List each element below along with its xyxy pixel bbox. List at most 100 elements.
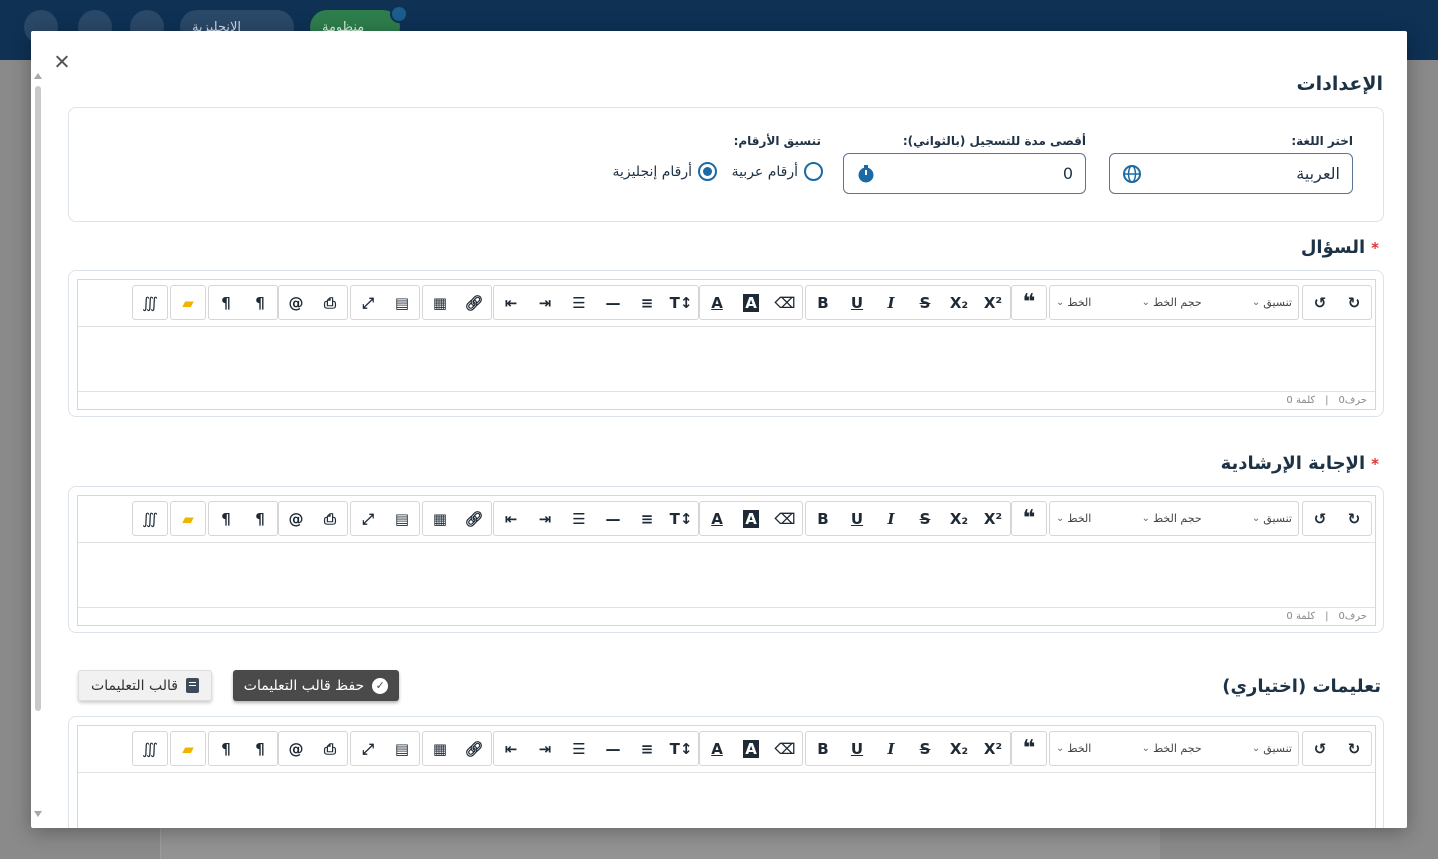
superscript-icon[interactable]: X² <box>976 732 1010 765</box>
align-icon[interactable]: ☰ <box>562 502 596 535</box>
blockquote-icon[interactable]: ❝ <box>1012 732 1046 765</box>
blockquote-icon[interactable]: ❝ <box>1012 502 1046 535</box>
redo-icon[interactable]: ↻ <box>1337 732 1371 765</box>
font-color-icon[interactable]: A <box>700 732 734 765</box>
ltr-icon[interactable]: ¶ <box>209 732 243 765</box>
strikethrough-icon[interactable]: S <box>908 732 942 765</box>
fullscreen-icon[interactable]: ⤢ <box>351 732 385 765</box>
redo-icon[interactable]: ↻ <box>1337 502 1371 535</box>
text-size-icon[interactable]: T↕ <box>664 732 698 765</box>
font-color-icon[interactable]: A <box>700 286 734 319</box>
link-icon[interactable]: 🔗︎ <box>457 286 491 319</box>
subscript-icon[interactable]: X₂ <box>942 732 976 765</box>
radio-english-dot[interactable] <box>698 162 717 181</box>
rtl-icon[interactable]: ¶ <box>243 732 277 765</box>
mention-icon[interactable]: @ <box>279 286 313 319</box>
bold-icon[interactable]: B <box>806 286 840 319</box>
blockquote-icon[interactable]: ❝ <box>1012 286 1046 319</box>
ordered-list-icon[interactable]: ≡ <box>630 732 664 765</box>
language-select[interactable]: العربية <box>1109 153 1353 194</box>
undo-icon[interactable]: ↺ <box>1303 732 1337 765</box>
ordered-list-icon[interactable]: ≡ <box>630 502 664 535</box>
superscript-icon[interactable]: X² <box>976 502 1010 535</box>
radio-arabic-dot[interactable] <box>804 162 823 181</box>
highlight-color-icon[interactable]: A <box>734 286 768 319</box>
ordered-list-icon[interactable]: ≡ <box>630 286 664 319</box>
rtl-icon[interactable]: ¶ <box>243 502 277 535</box>
template-block-icon[interactable]: ▤ <box>385 732 419 765</box>
highlight-color-icon[interactable]: A <box>734 732 768 765</box>
link-icon[interactable]: 🔗︎ <box>457 732 491 765</box>
italic-icon[interactable]: I <box>874 732 908 765</box>
font-select[interactable]: الخط ⌄ <box>1050 732 1097 765</box>
radio-english-numbers[interactable]: أرقام إنجليزية <box>612 162 717 181</box>
horizontal-rule-icon[interactable]: — <box>596 732 630 765</box>
folder-icon[interactable]: ▰ <box>171 502 205 535</box>
subscript-icon[interactable]: X₂ <box>942 286 976 319</box>
redo-icon[interactable]: ↻ <box>1337 286 1371 319</box>
template-block-icon[interactable]: ▤ <box>385 502 419 535</box>
save-template-button[interactable]: ✓ حفظ قالب التعليمات <box>233 670 399 701</box>
strikethrough-icon[interactable]: S <box>908 286 942 319</box>
editor-content-area[interactable] <box>78 327 1375 391</box>
font-size-select[interactable]: حجم الخط ⌄ <box>1136 502 1208 535</box>
mention-icon[interactable]: @ <box>279 732 313 765</box>
table-icon[interactable]: ▦ <box>423 502 457 535</box>
max-duration-input[interactable]: 0 <box>843 153 1086 194</box>
outdent-icon[interactable]: ⇤ <box>494 286 528 319</box>
font-size-select[interactable]: حجم الخط ⌄ <box>1136 286 1208 319</box>
format-select[interactable]: تنسيق ⌄ <box>1246 502 1298 535</box>
format-select[interactable]: تنسيق ⌄ <box>1246 732 1298 765</box>
print-icon[interactable]: ⎙ <box>313 732 347 765</box>
table-icon[interactable]: ▦ <box>423 286 457 319</box>
text-size-icon[interactable]: T↕ <box>664 286 698 319</box>
editor-content-area[interactable] <box>78 543 1375 607</box>
undo-icon[interactable]: ↺ <box>1303 502 1337 535</box>
horizontal-rule-icon[interactable]: — <box>596 286 630 319</box>
print-icon[interactable]: ⎙ <box>313 286 347 319</box>
special-chars-icon[interactable]: ∭ <box>133 732 167 765</box>
indent-icon[interactable]: ⇥ <box>528 732 562 765</box>
eraser-icon[interactable]: ⌫ <box>768 502 802 535</box>
strikethrough-icon[interactable]: S <box>908 502 942 535</box>
folder-icon[interactable]: ▰ <box>171 732 205 765</box>
align-icon[interactable]: ☰ <box>562 286 596 319</box>
rtl-icon[interactable]: ¶ <box>243 286 277 319</box>
mention-icon[interactable]: @ <box>279 502 313 535</box>
table-icon[interactable]: ▦ <box>423 732 457 765</box>
subscript-icon[interactable]: X₂ <box>942 502 976 535</box>
font-size-select[interactable]: حجم الخط ⌄ <box>1136 732 1208 765</box>
font-select[interactable]: الخط ⌄ <box>1050 502 1097 535</box>
text-size-icon[interactable]: T↕ <box>664 502 698 535</box>
special-chars-icon[interactable]: ∭ <box>133 286 167 319</box>
scrollbar-thumb[interactable] <box>35 86 41 711</box>
close-button[interactable] <box>51 51 73 73</box>
bold-icon[interactable]: B <box>806 502 840 535</box>
template-button[interactable]: قالب التعليمات <box>78 670 212 701</box>
print-icon[interactable]: ⎙ <box>313 502 347 535</box>
align-icon[interactable]: ☰ <box>562 732 596 765</box>
underline-icon[interactable]: U <box>840 732 874 765</box>
scroll-down-arrow[interactable] <box>34 811 42 817</box>
fullscreen-icon[interactable]: ⤢ <box>351 286 385 319</box>
radio-arabic-numbers[interactable]: أرقام عربية <box>732 162 823 181</box>
special-chars-icon[interactable]: ∭ <box>133 502 167 535</box>
underline-icon[interactable]: U <box>840 502 874 535</box>
font-color-icon[interactable]: A <box>700 502 734 535</box>
outdent-icon[interactable]: ⇤ <box>494 502 528 535</box>
link-icon[interactable]: 🔗︎ <box>457 502 491 535</box>
highlight-color-icon[interactable]: A <box>734 502 768 535</box>
eraser-icon[interactable]: ⌫ <box>768 732 802 765</box>
ltr-icon[interactable]: ¶ <box>209 502 243 535</box>
font-select[interactable]: الخط ⌄ <box>1050 286 1097 319</box>
folder-icon[interactable]: ▰ <box>171 286 205 319</box>
underline-icon[interactable]: U <box>840 286 874 319</box>
ltr-icon[interactable]: ¶ <box>209 286 243 319</box>
horizontal-rule-icon[interactable]: — <box>596 502 630 535</box>
format-select[interactable]: تنسيق ⌄ <box>1246 286 1298 319</box>
indent-icon[interactable]: ⇥ <box>528 286 562 319</box>
indent-icon[interactable]: ⇥ <box>528 502 562 535</box>
editor-content-area[interactable] <box>78 773 1375 828</box>
eraser-icon[interactable]: ⌫ <box>768 286 802 319</box>
superscript-icon[interactable]: X² <box>976 286 1010 319</box>
